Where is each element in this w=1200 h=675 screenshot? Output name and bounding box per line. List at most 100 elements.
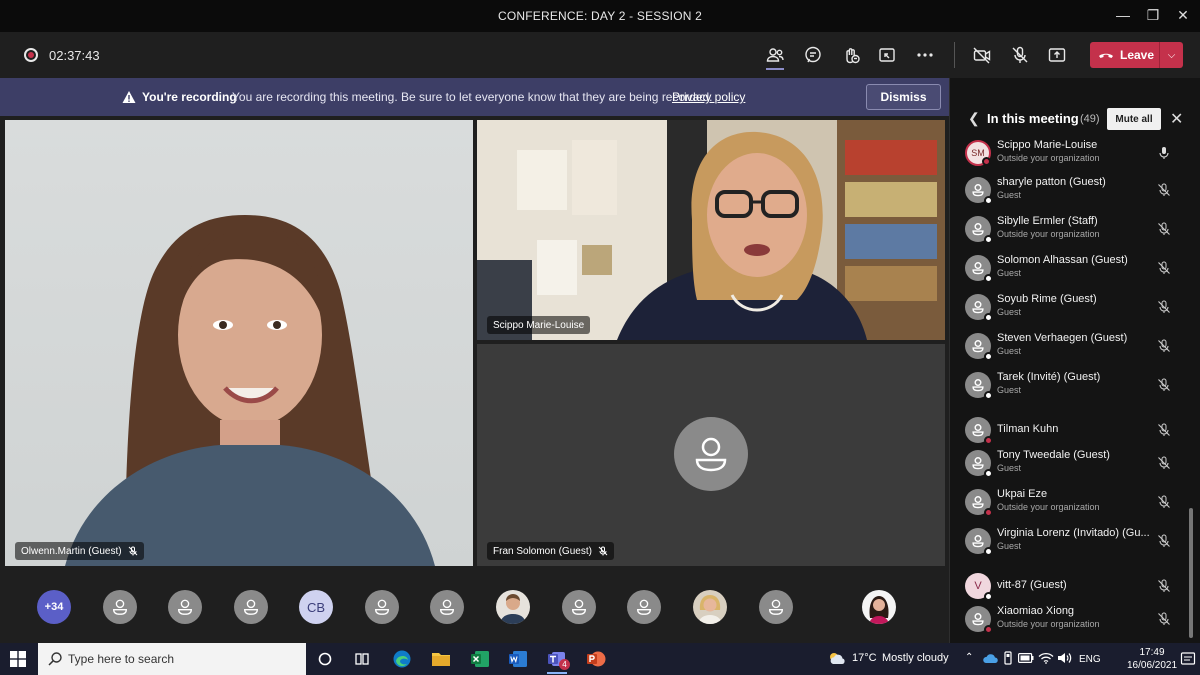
mic-off-icon[interactable] xyxy=(1157,300,1171,314)
teams-icon[interactable]: 4 xyxy=(545,647,570,674)
tile-label-scippo: Scippo Marie-Louise xyxy=(487,316,591,334)
reactions-icon[interactable] xyxy=(838,42,864,68)
person-icon xyxy=(972,535,984,548)
leave-options-chevron-icon[interactable]: ⌵ xyxy=(1159,42,1183,68)
participant-role: Guest xyxy=(997,463,1022,473)
maximize-icon[interactable]: ❐ xyxy=(1136,4,1170,26)
participant-thumb-photo[interactable] xyxy=(496,590,530,624)
participant-row[interactable]: SM Scippo Marie-Louise Outside your organi… xyxy=(950,140,1186,173)
taskbar-clock[interactable]: 17:49 16/06/2021 xyxy=(1127,646,1177,672)
powerpoint-icon[interactable] xyxy=(584,647,608,671)
person-icon xyxy=(440,599,454,615)
more-icon[interactable] xyxy=(912,42,938,68)
presence-status-icon xyxy=(984,235,993,244)
participant-thumb[interactable] xyxy=(168,590,202,624)
more-participants-badge[interactable]: +34 xyxy=(37,590,71,624)
chat-icon[interactable] xyxy=(800,42,826,68)
person-icon xyxy=(972,340,984,353)
presence-status-icon xyxy=(982,157,991,166)
mic-on-icon[interactable] xyxy=(1157,146,1171,160)
participant-row[interactable]: Solomon Alhassan (Guest) Guest xyxy=(950,249,1186,288)
participant-thumb[interactable] xyxy=(627,590,661,624)
person-icon xyxy=(972,457,984,470)
participant-thumb[interactable] xyxy=(562,590,596,624)
share-tray-icon[interactable] xyxy=(874,42,900,68)
share-screen-icon[interactable] xyxy=(1044,42,1070,68)
mute-all-button[interactable]: Mute all xyxy=(1107,108,1161,130)
onedrive-icon[interactable] xyxy=(982,653,998,664)
participant-thumb[interactable] xyxy=(234,590,268,624)
avatar xyxy=(965,417,993,445)
language-indicator[interactable]: ENG xyxy=(1079,654,1101,665)
participant-row[interactable]: Ukpai Eze Outside your organization xyxy=(950,483,1186,522)
video-tile-olwenn[interactable]: Olwenn.Martin (Guest) xyxy=(5,120,473,566)
participant-row[interactable]: Xiaomiao Xiong Outside your organization xyxy=(950,600,1186,639)
avatar xyxy=(500,594,526,624)
recording-icon xyxy=(24,48,38,62)
panel-scrollbar[interactable] xyxy=(1189,508,1193,638)
participant-thumb[interactable] xyxy=(365,590,399,624)
battery-icon[interactable] xyxy=(1018,653,1034,663)
cortana-icon[interactable] xyxy=(313,647,337,671)
video-tile-scippo[interactable]: Scippo Marie-Louise xyxy=(477,120,945,340)
participant-role: Guest xyxy=(997,307,1022,317)
participant-count: (49) xyxy=(1080,113,1100,125)
excel-icon[interactable] xyxy=(468,647,492,671)
mic-off-icon[interactable] xyxy=(1157,534,1171,548)
mic-off-icon[interactable] xyxy=(1157,423,1171,437)
mic-off-icon[interactable] xyxy=(1157,339,1171,353)
volume-icon[interactable] xyxy=(1057,652,1073,664)
participant-role: Outside your organization xyxy=(997,153,1100,163)
task-view-icon[interactable] xyxy=(350,647,374,671)
participant-row[interactable]: Soyub Rime (Guest) Guest xyxy=(950,288,1186,327)
word-icon[interactable] xyxy=(506,647,530,671)
avatar xyxy=(965,450,993,478)
self-view-thumb[interactable] xyxy=(862,590,896,624)
minimize-icon[interactable]: — xyxy=(1106,4,1140,26)
participant-row[interactable]: Sibylle Ermler (Staff) Outside your organ… xyxy=(950,210,1186,249)
participant-role: Guest xyxy=(997,346,1022,356)
participant-row[interactable]: sharyle patton (Guest) Guest xyxy=(950,171,1186,210)
mic-off-icon[interactable] xyxy=(1157,183,1171,197)
usb-device-icon[interactable] xyxy=(1002,651,1014,665)
mic-off-icon[interactable] xyxy=(1007,42,1033,68)
phone-hangup-icon xyxy=(1099,53,1113,58)
mic-off-icon[interactable] xyxy=(1157,261,1171,275)
avatar xyxy=(965,255,993,283)
tray-chevron-icon[interactable]: ⌃ xyxy=(965,652,973,663)
privacy-policy-link[interactable]: Privacy policy xyxy=(672,90,745,104)
close-panel-icon[interactable]: ✕ xyxy=(1170,109,1183,129)
mic-off-icon[interactable] xyxy=(1157,378,1171,392)
mic-off-icon[interactable] xyxy=(1157,612,1171,626)
participant-thumb-cb[interactable]: CB xyxy=(299,590,333,624)
mic-off-icon[interactable] xyxy=(1157,579,1171,593)
close-icon[interactable]: ✕ xyxy=(1166,4,1200,26)
participant-thumb[interactable] xyxy=(103,590,137,624)
participant-thumb-photo[interactable] xyxy=(693,590,727,624)
video-tile-fran[interactable]: Fran Solomon (Guest) xyxy=(477,344,945,566)
person-icon xyxy=(695,437,727,472)
participant-row[interactable]: Tarek (Invité) (Guest) Guest xyxy=(950,366,1186,405)
dismiss-button[interactable]: Dismiss xyxy=(866,84,941,110)
participant-row[interactable]: Steven Verhaegen (Guest) Guest xyxy=(950,327,1186,366)
notifications-icon[interactable] xyxy=(1180,651,1196,667)
participant-row[interactable]: Virginia Lorenz (Invitado) (Gu... Guest xyxy=(950,522,1186,561)
participant-thumb[interactable] xyxy=(430,590,464,624)
participant-row[interactable]: Tony Tweedale (Guest) Guest xyxy=(950,444,1186,483)
wifi-icon[interactable] xyxy=(1038,652,1054,664)
file-explorer-icon[interactable] xyxy=(429,647,453,671)
mic-off-icon[interactable] xyxy=(1157,456,1171,470)
windows-start-icon[interactable] xyxy=(10,651,26,667)
camera-off-icon[interactable] xyxy=(969,42,995,68)
mic-off-icon[interactable] xyxy=(1157,495,1171,509)
weather-desc[interactable]: Mostly cloudy xyxy=(882,652,949,664)
person-icon xyxy=(972,184,984,197)
taskbar-search-box[interactable]: Type here to search xyxy=(38,643,306,675)
mic-off-icon[interactable] xyxy=(1157,222,1171,236)
edge-icon[interactable] xyxy=(390,647,414,671)
leave-button[interactable]: Leave ⌵ xyxy=(1090,42,1183,68)
participants-icon[interactable] xyxy=(762,42,788,68)
panel-title: In this meeting xyxy=(987,111,1079,126)
back-chevron-icon[interactable]: ❮ xyxy=(968,110,980,127)
participant-thumb[interactable] xyxy=(759,590,793,624)
